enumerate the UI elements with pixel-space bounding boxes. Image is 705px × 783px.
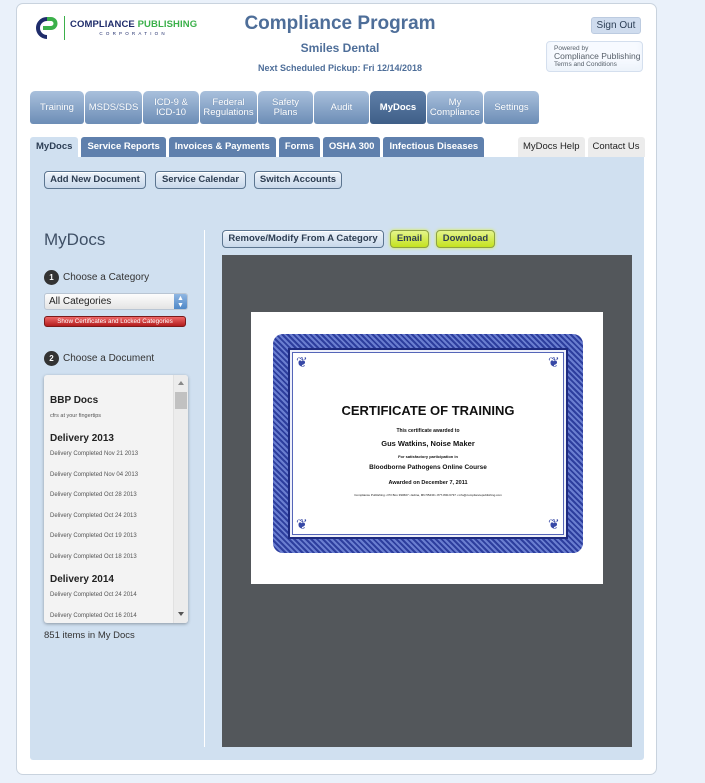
- email-button[interactable]: Email: [390, 230, 429, 248]
- nav-settings[interactable]: Settings: [484, 91, 539, 124]
- nav-msds-sds[interactable]: MSDS/SDS: [85, 91, 142, 124]
- list-group-title[interactable]: Delivery 2014: [50, 574, 172, 585]
- nav-federal-regulations[interactable]: Federal Regulations: [200, 91, 257, 124]
- certificate-date: Awarded on December 7, 2011: [388, 480, 468, 486]
- next-pickup: Next Scheduled Pickup: Fri 12/14/2018: [257, 63, 423, 73]
- nav-icd[interactable]: ICD-9 & ICD-10: [143, 91, 199, 124]
- step-choose-document: 2 Choose a Document: [44, 351, 154, 366]
- page-title: Compliance Program: [244, 13, 436, 34]
- tab-infectious-diseases[interactable]: Infectious Diseases: [383, 137, 485, 157]
- account-name: Smiles Dental: [300, 41, 380, 55]
- certificate-awarded-label: This certificate awarded to: [396, 428, 460, 434]
- list-group-title[interactable]: Delivery 2013: [50, 433, 172, 444]
- category-select[interactable]: All Categories ▲ ▼: [44, 293, 188, 310]
- step-label: Choose a Category: [63, 272, 150, 283]
- company-logo[interactable]: COMPLIANCE PUBLISHING CORPORATION: [34, 16, 197, 40]
- powered-by-company: Compliance Publishing: [554, 51, 641, 61]
- sub-tabs: MyDocs Service Reports Invoices & Paymen…: [30, 137, 485, 157]
- list-group-subtitle: cfrs at your fingertips: [50, 413, 102, 419]
- terms-link[interactable]: Terms and Conditions: [554, 61, 642, 69]
- nav-audit[interactable]: Audit: [314, 91, 369, 124]
- step-number-badge: 1: [44, 270, 59, 285]
- remove-modify-category-button[interactable]: Remove/Modify From A Category: [222, 230, 384, 248]
- select-arrows-icon: ▲ ▼: [174, 294, 187, 309]
- list-scrollbar[interactable]: [173, 375, 188, 623]
- tab-invoices-payments[interactable]: Invoices & Payments: [168, 137, 276, 157]
- logo-word-compliance: COMPLIANCE: [70, 19, 135, 30]
- service-calendar-button[interactable]: Service Calendar: [155, 171, 246, 189]
- logo-name: COMPLIANCE PUBLISHING: [70, 19, 197, 30]
- certificate-title: CERTIFICATE OF TRAINING: [341, 403, 515, 418]
- tab-mydocs-help[interactable]: MyDocs Help: [518, 137, 585, 157]
- show-locked-categories-button[interactable]: Show Certificates and Locked Categories: [44, 316, 186, 327]
- list-item[interactable]: Delivery Completed Oct 18 2013: [50, 554, 172, 575]
- main-nav: Training MSDS/SDS ICD-9 & ICD-10 Federal…: [30, 91, 539, 124]
- scroll-down-arrow-icon[interactable]: [178, 612, 184, 616]
- powered-by-box[interactable]: Powered by Compliance Publishing Terms a…: [546, 41, 643, 72]
- sign-out-button[interactable]: Sign Out: [591, 17, 641, 34]
- logo-mark-icon: [34, 17, 58, 39]
- items-count: 851 items in My Docs: [44, 630, 135, 641]
- step-choose-category: 1 Choose a Category: [44, 270, 149, 285]
- document-list[interactable]: BBP Docs cfrs at your fingertips Deliver…: [44, 375, 188, 623]
- list-item[interactable]: Delivery Completed Oct 24 2014: [50, 592, 172, 613]
- certificate-footer: Compliance Publishing • PO Box 390607 • …: [354, 493, 502, 497]
- step-label: Choose a Document: [63, 353, 155, 364]
- nav-training[interactable]: Training: [30, 91, 84, 124]
- sidebar-heading: MyDocs: [44, 230, 106, 249]
- certificate-course: Bloodborne Pathogens Online Course: [369, 464, 487, 471]
- list-item[interactable]: Delivery Completed Oct 24 2013: [50, 513, 172, 534]
- tab-contact-us[interactable]: Contact Us: [587, 137, 645, 157]
- logo-separator: [64, 16, 65, 40]
- tab-osha-300[interactable]: OSHA 300: [322, 137, 381, 157]
- step-number-badge: 2: [44, 351, 59, 366]
- nav-my-compliance[interactable]: My Compliance: [427, 91, 483, 124]
- add-new-document-button[interactable]: Add New Document: [44, 171, 146, 189]
- ornament-top-left-icon: ❦: [296, 354, 308, 370]
- certificate-recipient: Gus Watkins, Noise Maker: [381, 439, 475, 448]
- nav-safety-plans[interactable]: Safety Plans: [258, 91, 313, 124]
- nav-mydocs[interactable]: MyDocs: [370, 91, 426, 124]
- list-item[interactable]: Delivery Completed Oct 28 2013: [50, 492, 172, 513]
- category-selected-value: All Categories: [49, 296, 112, 307]
- download-button[interactable]: Download: [436, 230, 495, 248]
- ornament-top-right-icon: ❦: [548, 354, 560, 370]
- list-item[interactable]: Delivery Completed Oct 16 2014: [50, 613, 172, 624]
- column-divider: [204, 230, 205, 747]
- ornament-bottom-left-icon: ❦: [296, 516, 308, 532]
- switch-accounts-button[interactable]: Switch Accounts: [254, 171, 342, 189]
- certificate-participation-label: For satisfactory participation in: [398, 454, 458, 459]
- logo-word-publishing: PUBLISHING: [137, 19, 198, 30]
- list-item[interactable]: Delivery Completed Nov 04 2013: [50, 472, 172, 493]
- tab-forms[interactable]: Forms: [278, 137, 320, 157]
- scroll-up-arrow-icon[interactable]: [178, 381, 184, 385]
- list-group-title[interactable]: BBP Docs: [50, 395, 172, 406]
- ornament-bottom-right-icon: ❦: [548, 516, 560, 532]
- tab-service-reports[interactable]: Service Reports: [81, 137, 166, 157]
- list-item[interactable]: Delivery Completed Oct 19 2013: [50, 533, 172, 554]
- logo-tagline: CORPORATION: [99, 31, 168, 36]
- tab-mydocs[interactable]: MyDocs: [30, 137, 79, 157]
- help-tabs: MyDocs Help Contact Us: [518, 137, 645, 157]
- scroll-thumb[interactable]: [175, 392, 187, 409]
- list-item[interactable]: Delivery Completed Nov 21 2013: [50, 451, 172, 472]
